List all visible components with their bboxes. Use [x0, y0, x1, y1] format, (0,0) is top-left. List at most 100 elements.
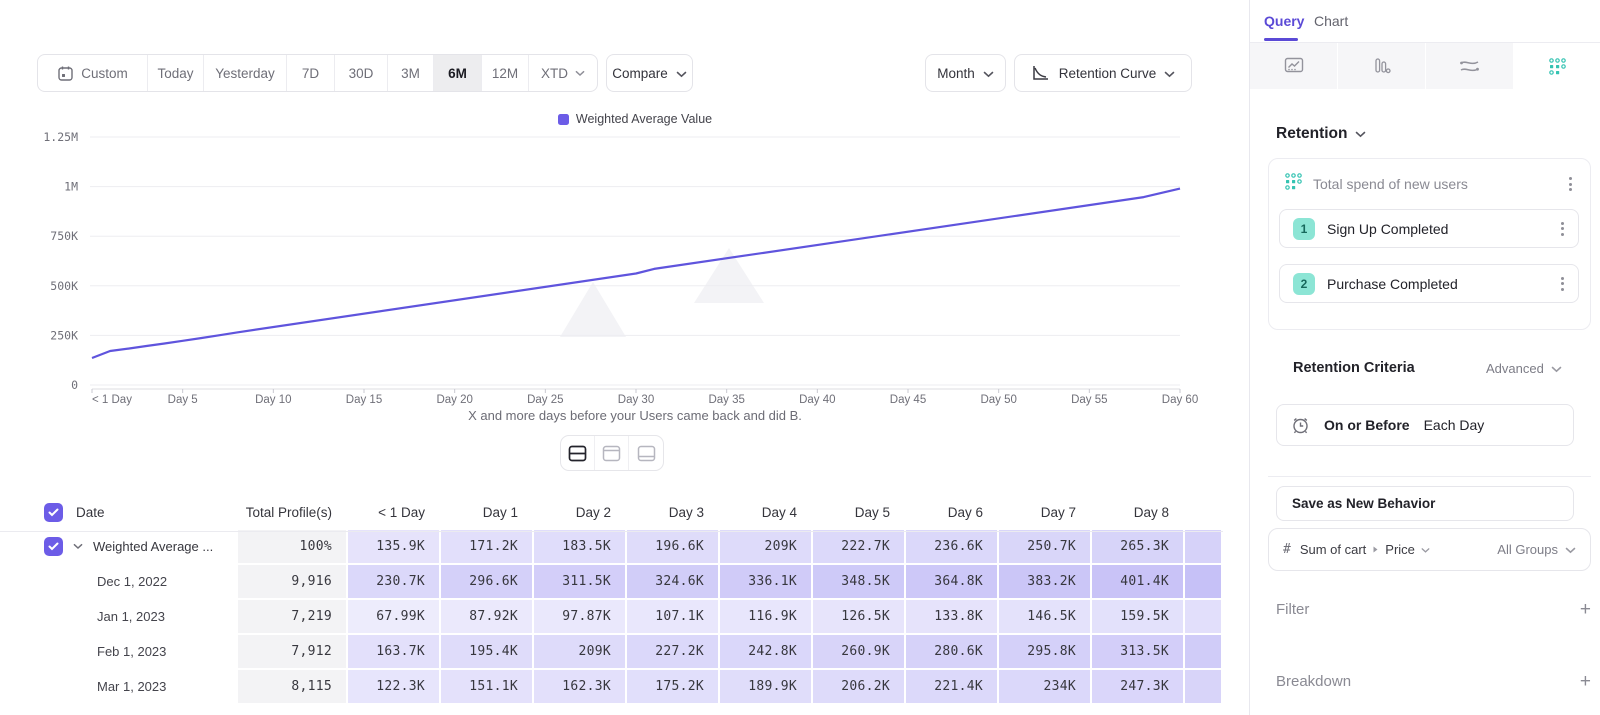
retention-value-cell[interactable]: 183.5K: [534, 530, 625, 563]
retention-value-cell[interactable]: 189.9K: [720, 670, 811, 703]
retention-value-cell[interactable]: 175.2K: [627, 670, 718, 703]
retention-value-cell-clipped[interactable]: [1185, 530, 1221, 563]
measure-dropdown[interactable]: Sum of cart Price: [1300, 542, 1430, 557]
all-groups-label: All Groups: [1497, 542, 1558, 557]
step-menu-kebab-icon[interactable]: [1557, 273, 1568, 295]
row-label-cell: Dec 1, 2022: [0, 565, 236, 598]
table-header-cell: Day 6: [906, 495, 997, 529]
retention-value-cell[interactable]: 133.8K: [906, 600, 997, 633]
retention-value-cell[interactable]: 221.4K: [906, 670, 997, 703]
add-breakdown-button[interactable]: +: [1580, 672, 1591, 691]
retention-value-cell[interactable]: 196.6K: [627, 530, 718, 563]
retention-analytics-app: CustomTodayYesterday7D30D3M6M12MXTD Comp…: [0, 0, 1600, 715]
retention-value-cell[interactable]: 135.9K: [348, 530, 439, 563]
retention-value-cell[interactable]: 234K: [999, 670, 1090, 703]
retention-value-cell[interactable]: 97.87K: [534, 600, 625, 633]
layout-split-view-button[interactable]: [561, 436, 595, 470]
layout-chart-view-button[interactable]: [595, 436, 629, 470]
tab-query[interactable]: Query: [1264, 13, 1304, 29]
retention-value-cell[interactable]: 364.8K: [906, 565, 997, 598]
behavior-step-2[interactable]: 2 Purchase Completed: [1279, 264, 1579, 303]
retention-value-cell[interactable]: 242.8K: [720, 635, 811, 668]
table-header-cell: Total Profile(s): [238, 495, 346, 529]
retention-value-cell[interactable]: 265.3K: [1092, 530, 1183, 563]
retention-value-cell[interactable]: 122.3K: [348, 670, 439, 703]
query-sidebar: Query Chart Retention: [1249, 0, 1600, 715]
retention-value-cell[interactable]: 230.7K: [348, 565, 439, 598]
chevron-down-icon: [1565, 547, 1576, 554]
retention-value-cell[interactable]: 260.9K: [813, 635, 904, 668]
table-header-cell: Day 4: [720, 495, 811, 529]
y-axis-tick-label: 1M: [64, 180, 78, 194]
retention-value-cell-clipped[interactable]: [1185, 600, 1221, 633]
retention-value-cell[interactable]: 146.5K: [999, 600, 1090, 633]
tab-chart[interactable]: Chart: [1314, 13, 1348, 29]
active-tab-underline: [1264, 38, 1298, 41]
all-groups-dropdown[interactable]: All Groups: [1497, 542, 1576, 557]
retention-value-cell[interactable]: 116.9K: [720, 600, 811, 633]
retention-value-cell[interactable]: 280.6K: [906, 635, 997, 668]
retention-value-cell[interactable]: 247.3K: [1092, 670, 1183, 703]
row-checkbox[interactable]: [44, 537, 63, 556]
row-label-cell[interactable]: Weighted Average ...: [0, 530, 236, 563]
retention-value-cell[interactable]: 151.1K: [441, 670, 532, 703]
section-retention-header[interactable]: Retention: [1276, 125, 1366, 143]
retention-value-cell[interactable]: 311.5K: [534, 565, 625, 598]
watermark-triangle: [560, 282, 626, 337]
retention-value-cell-clipped[interactable]: [1185, 635, 1221, 668]
chart-type-button-insights-chart[interactable]: [1250, 43, 1337, 89]
retention-value-cell[interactable]: 107.1K: [627, 600, 718, 633]
retention-value-cell-clipped[interactable]: [1185, 565, 1221, 598]
retention-value-cell[interactable]: 195.4K: [441, 635, 532, 668]
retention-value-cell[interactable]: 67.99K: [348, 600, 439, 633]
retention-value-cell[interactable]: 295.8K: [999, 635, 1090, 668]
retention-value-cell[interactable]: 296.6K: [441, 565, 532, 598]
retention-value-cell[interactable]: 209K: [534, 635, 625, 668]
add-filter-button[interactable]: +: [1580, 600, 1591, 619]
retention-value-cell[interactable]: 236.6K: [906, 530, 997, 563]
retention-value-cell[interactable]: 162.3K: [534, 670, 625, 703]
retention-value-cell[interactable]: 324.6K: [627, 565, 718, 598]
advanced-dropdown[interactable]: Advanced: [1486, 361, 1562, 376]
x-axis-tick-label: Day 15: [346, 394, 382, 406]
retention-value-cell[interactable]: 159.5K: [1092, 600, 1183, 633]
retention-value-cell[interactable]: 222.7K: [813, 530, 904, 563]
layout-table-view-button[interactable]: [629, 436, 663, 470]
weighted-average-line[interactable]: [92, 189, 1180, 358]
behavior-menu-kebab-icon[interactable]: [1565, 173, 1576, 195]
retention-value-cell[interactable]: 163.7K: [348, 635, 439, 668]
retention-value-cell[interactable]: 383.2K: [999, 565, 1090, 598]
retention-value-cell[interactable]: 336.1K: [720, 565, 811, 598]
criteria-divider: [1268, 476, 1591, 477]
retention-value-cell[interactable]: 250.7K: [999, 530, 1090, 563]
y-axis-tick-label: 250K: [50, 328, 78, 342]
row-checkbox[interactable]: [44, 503, 63, 522]
save-behavior-label: Save as New Behavior: [1292, 496, 1435, 511]
chevron-down-icon: [1551, 361, 1562, 376]
retention-value-cell[interactable]: 209K: [720, 530, 811, 563]
retention-value-cell[interactable]: 348.5K: [813, 565, 904, 598]
chart-type-button-retention-grid[interactable]: [1514, 43, 1600, 89]
caret-right-icon: [1372, 545, 1379, 554]
chart-type-button-flows[interactable]: [1426, 43, 1513, 89]
retention-value-cell[interactable]: 206.2K: [813, 670, 904, 703]
behavior-step-1[interactable]: 1 Sign Up Completed: [1279, 209, 1579, 248]
chart-type-button-funnel-bars[interactable]: [1338, 43, 1425, 89]
split-view-icon: [568, 445, 587, 462]
alarm-clock-icon: [1291, 416, 1310, 435]
retention-value-cell[interactable]: 227.2K: [627, 635, 718, 668]
save-as-new-behavior-button[interactable]: Save as New Behavior: [1276, 486, 1574, 521]
retention-timing-row[interactable]: On or Before Each Day: [1276, 404, 1574, 446]
retention-value-cell-clipped[interactable]: [1185, 670, 1221, 703]
y-axis-tick-label: 500K: [50, 279, 78, 293]
retention-value-cell[interactable]: 126.5K: [813, 600, 904, 633]
retention-value-cell[interactable]: 313.5K: [1092, 635, 1183, 668]
step-menu-kebab-icon[interactable]: [1557, 218, 1568, 240]
retention-value-cell[interactable]: 171.2K: [441, 530, 532, 563]
chevron-down-icon: [1355, 125, 1366, 143]
timing-value: Each Day: [1424, 417, 1485, 433]
retention-value-cell[interactable]: 87.92K: [441, 600, 532, 633]
x-axis-tick-label: Day 45: [890, 394, 926, 406]
retention-value-cell[interactable]: 401.4K: [1092, 565, 1183, 598]
step-label: Purchase Completed: [1327, 276, 1545, 292]
